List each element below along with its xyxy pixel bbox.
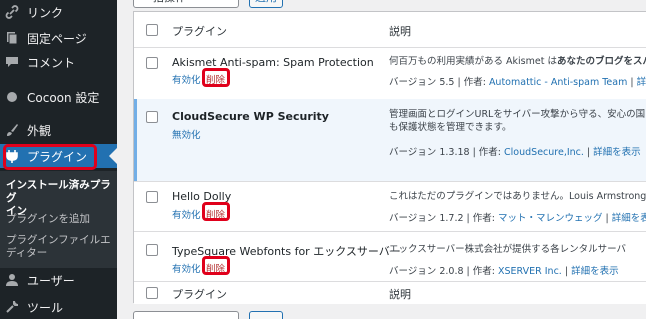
column-header-plugin: プラグイン [172,25,227,38]
sidebar-item-label: ツール [27,300,64,315]
bulk-action-select-bottom[interactable] [133,311,239,319]
plugin-meta: バージョン 2.0.8 | 作者: XSERVER Inc. | 詳細を表示 [389,266,619,277]
version-text: バージョン 5.5 [389,77,455,88]
main-content: 一括操作 適用 プラグイン 説明 Akismet Anti-spam: Spam… [117,0,646,319]
plugin-meta: バージョン 1.3.18 | 作者: CloudSecure,Inc. | 詳細… [389,147,641,158]
sidebar-item-comments[interactable]: コメント [0,50,117,74]
plugin-row-akismet: Akismet Anti-spam: Spam Protection 有効化 削… [134,48,646,104]
description-line: も保護状態を管理できます。 [389,122,512,133]
table-header: プラグイン 説明 [134,12,646,48]
sidebar-item-cocoon[interactable]: Cocoon 設定 [0,85,117,109]
admin-sidebar: リンク 固定ページ コメント Cocoon 設定 外観 プラグイン インストール… [0,0,117,319]
activate-link[interactable]: 有効化 [172,72,201,86]
plugin-name: Akismet Anti-spam: Spam Protection [172,56,374,69]
plugin-row-cloudsecure: CloudSecure WP Security 無効化 管理画面とログインURL… [134,99,646,182]
sidebar-item-label: 固定ページ [27,31,87,46]
select-all-checkbox[interactable] [146,24,158,36]
plugin-row-hello-dolly: Hello Dolly 有効化 削除 これはただのプラグインではありません。Lo… [134,182,646,232]
submenu-item-add[interactable]: プラグインを追加 [6,213,90,226]
apply-button[interactable]: 適用 [249,0,283,8]
submenu-line: プラグインファイルエ [6,234,111,246]
sidebar-item-users[interactable]: ユーザー [0,268,117,292]
sidebar-item-label: ユーザー [27,273,75,288]
sidebar-item-pages[interactable]: 固定ページ [0,26,117,50]
apply-button-bottom[interactable] [249,311,283,319]
table-footer: プラグイン 説明 [134,282,646,304]
highlight-delete [202,202,230,221]
sidebar-item-label: 外観 [27,123,52,138]
comment-icon [4,54,20,70]
submenu-line: ディター [6,247,48,259]
submenu-item-editor[interactable]: プラグインファイルエ ディター [6,234,111,260]
submenu-line: プラグインを追加 [6,213,90,225]
page-icon [4,30,20,46]
highlight-delete [202,256,230,275]
author-link[interactable]: マット・マレンウェッグ [498,213,603,224]
author-link[interactable]: Automattic - Anti-spam Team [489,77,627,88]
sidebar-item-label: Cocoon 設定 [27,90,100,105]
description-text: 何百万もの利用実績がある Akismet は [389,56,557,67]
plugins-submenu: インストール済みプラグ イン プラグインを追加 プラグインファイルエ ディター [0,171,117,268]
version-text: バージョン 1.3.18 [389,147,470,158]
plugin-name: CloudSecure WP Security [172,110,329,123]
sidebar-item-label: リンク [27,5,64,20]
plugin-meta: バージョン 1.7.2 | 作者: マット・マレンウェッグ | 詳細を表 [389,210,646,224]
plugins-table: プラグイン 説明 Akismet Anti-spam: Spam Protect… [133,11,646,304]
sidebar-item-appearance[interactable]: 外観 [0,118,117,142]
activate-link[interactable]: 有効化 [172,207,201,221]
highlight-delete [202,68,230,87]
activate-link[interactable]: 有効化 [172,261,201,275]
plugin-description: エックスサーバー株式会社が提供する各レンタルサーバ [389,244,627,255]
details-link[interactable]: 詳細を表 [612,213,646,224]
paintbrush-icon [4,122,20,138]
details-link[interactable]: 詳細を [637,77,646,88]
deactivate-link[interactable]: 無効化 [172,127,201,141]
submenu-line: インストール済みプラグ [6,179,111,204]
wrench-icon [4,299,20,315]
row-checkbox[interactable] [146,244,158,256]
details-link[interactable]: 詳細を表示 [593,147,641,158]
bulk-action-select[interactable]: 一括操作 [133,0,239,8]
cocoon-icon [4,89,20,105]
column-header-description: 説明 [389,25,411,38]
author-label: 作者: [478,147,501,158]
plugin-row-typesquare: TypeSquare Webfonts for エックスサーバー 有効化 削除 … [134,232,646,282]
author-label: 作者: [472,213,495,224]
sidebar-item-label: コメント [27,55,76,70]
plugin-description: 何百万もの利用実績がある Akismet はあなたのブログをスパ [389,55,646,68]
highlight-plugins-menu [3,144,97,170]
plugin-description: これはただのプラグインではありません。Louis Armstrong [389,191,646,202]
row-checkbox[interactable] [146,111,158,123]
version-text: バージョン 1.7.2 [389,213,464,224]
sidebar-item-tools[interactable]: ツール [0,295,117,319]
description-line: 管理画面とログインURLをサイバー攻撃から守る、安心の国 [389,109,646,120]
author-link[interactable]: CloudSecure,Inc. [504,147,584,158]
column-footer-description: 説明 [389,288,411,301]
description-bold: あなたのブログをスパ [556,56,646,67]
author-link[interactable]: XSERVER Inc. [498,266,562,277]
author-label: 作者: [472,266,495,277]
user-icon [4,272,20,288]
details-link[interactable]: 詳細を表示 [571,266,619,277]
row-checkbox[interactable] [146,57,158,69]
column-footer-plugin: プラグイン [172,288,227,301]
sidebar-item-links[interactable]: リンク [0,0,117,24]
plugin-meta: バージョン 5.5 | 作者: Automattic - Anti-spam T… [389,74,646,88]
select-all-checkbox-footer[interactable] [146,287,158,299]
plugin-description: 管理画面とログインURLをサイバー攻撃から守る、安心の国 も保護状態を管理できま… [389,108,645,134]
author-label: 作者: [463,77,486,88]
version-text: バージョン 2.0.8 [389,266,464,277]
link-icon [4,4,20,20]
row-checkbox[interactable] [146,191,158,203]
